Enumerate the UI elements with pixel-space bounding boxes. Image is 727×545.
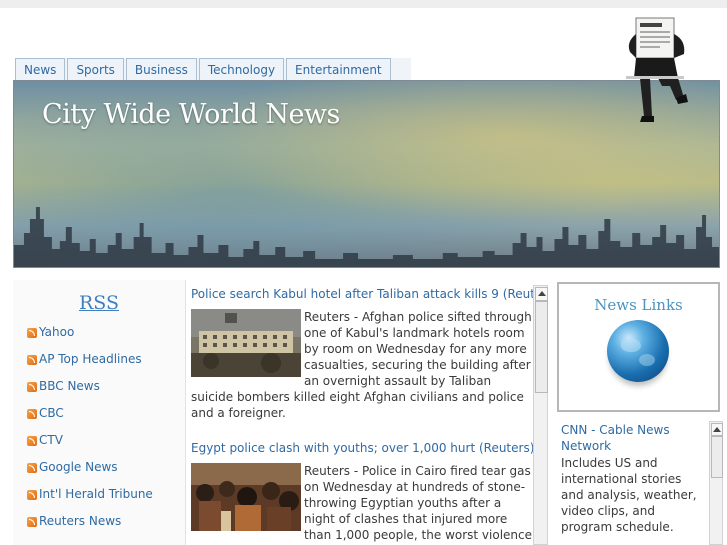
nav-tabs: News Sports Business Technology Entertai… [15,58,391,80]
news-story: Police search Kabul hotel after Taliban … [187,287,533,421]
news-link-title[interactable]: CNN - Cable News Network [561,422,699,454]
rss-feed-item[interactable]: Google News [27,460,153,487]
story-thumbnail-image [191,309,301,377]
news-feed-scrollbar[interactable] [533,285,548,545]
tab-entertainment[interactable]: Entertainment [286,58,391,80]
chevron-up-icon[interactable] [711,423,723,436]
news-links-scrollbar[interactable] [709,421,723,545]
rss-feed-item[interactable]: Yahoo [27,325,153,352]
rss-feed-label: Yahoo [39,325,75,339]
rss-feed-item[interactable]: Reuters News [27,514,153,541]
rss-sidebar: RSS Yahoo AP Top Headlines BBC News CBC … [13,280,186,545]
news-links-panel: News Links [557,282,720,412]
news-story: Egypt police clash with youths; over 1,0… [187,441,533,545]
news-link-description: Includes US and international stories an… [561,456,697,534]
globe-icon [607,320,669,382]
rss-feed-label: Google News [39,460,118,474]
rss-feed-item[interactable]: Int'l Herald Tribune [27,487,153,514]
tab-technology[interactable]: Technology [198,58,285,80]
rss-feed-list: Yahoo AP Top Headlines BBC News CBC CTV … [27,325,153,541]
tab-news[interactable]: News [15,58,66,80]
site-title: City Wide World News [42,99,340,130]
rss-feed-icon [27,463,37,473]
rss-feed-icon [27,409,37,419]
news-links-heading: News Links [594,296,683,314]
rss-feed-item[interactable]: AP Top Headlines [27,352,153,379]
rss-feed-icon [27,355,37,365]
tab-sports[interactable]: Sports [67,58,124,80]
rss-feed-label: Int'l Herald Tribune [39,487,153,501]
rss-feed-icon [27,436,37,446]
news-feed-panel: Police search Kabul hotel after Taliban … [187,285,533,545]
chevron-up-icon[interactable] [535,287,548,301]
rss-feed-item[interactable]: CTV [27,433,153,460]
rss-feed-label: AP Top Headlines [39,352,142,366]
rss-heading[interactable]: RSS [13,292,185,314]
rss-feed-item[interactable]: CBC [27,406,153,433]
rss-feed-icon [27,490,37,500]
rss-feed-icon [27,517,37,527]
top-band [0,0,727,8]
rss-feed-icon [27,328,37,338]
rss-feed-item[interactable]: BBC News [27,379,153,406]
city-skyline-graphic [14,207,719,267]
rss-feed-label: CBC [39,406,64,420]
story-thumbnail-image [191,463,301,531]
news-links-list: CNN - Cable News Network Includes US and… [561,422,699,535]
newspaper-reader-illustration [626,17,688,122]
scrollbar-thumb[interactable] [535,301,548,393]
story-title-link[interactable]: Egypt police clash with youths; over 1,0… [191,441,533,455]
tab-business[interactable]: Business [125,58,197,80]
rss-feed-icon [27,382,37,392]
story-title-link[interactable]: Police search Kabul hotel after Taliban … [191,287,533,301]
header-banner: City Wide World News [13,80,720,268]
rss-feed-label: Reuters News [39,514,122,528]
rss-feed-label: CTV [39,433,63,447]
scrollbar-thumb[interactable] [711,436,723,478]
rss-feed-label: BBC News [39,379,100,393]
news-links-sidebar: News Links CNN - Cable News Network Incl… [557,282,720,545]
